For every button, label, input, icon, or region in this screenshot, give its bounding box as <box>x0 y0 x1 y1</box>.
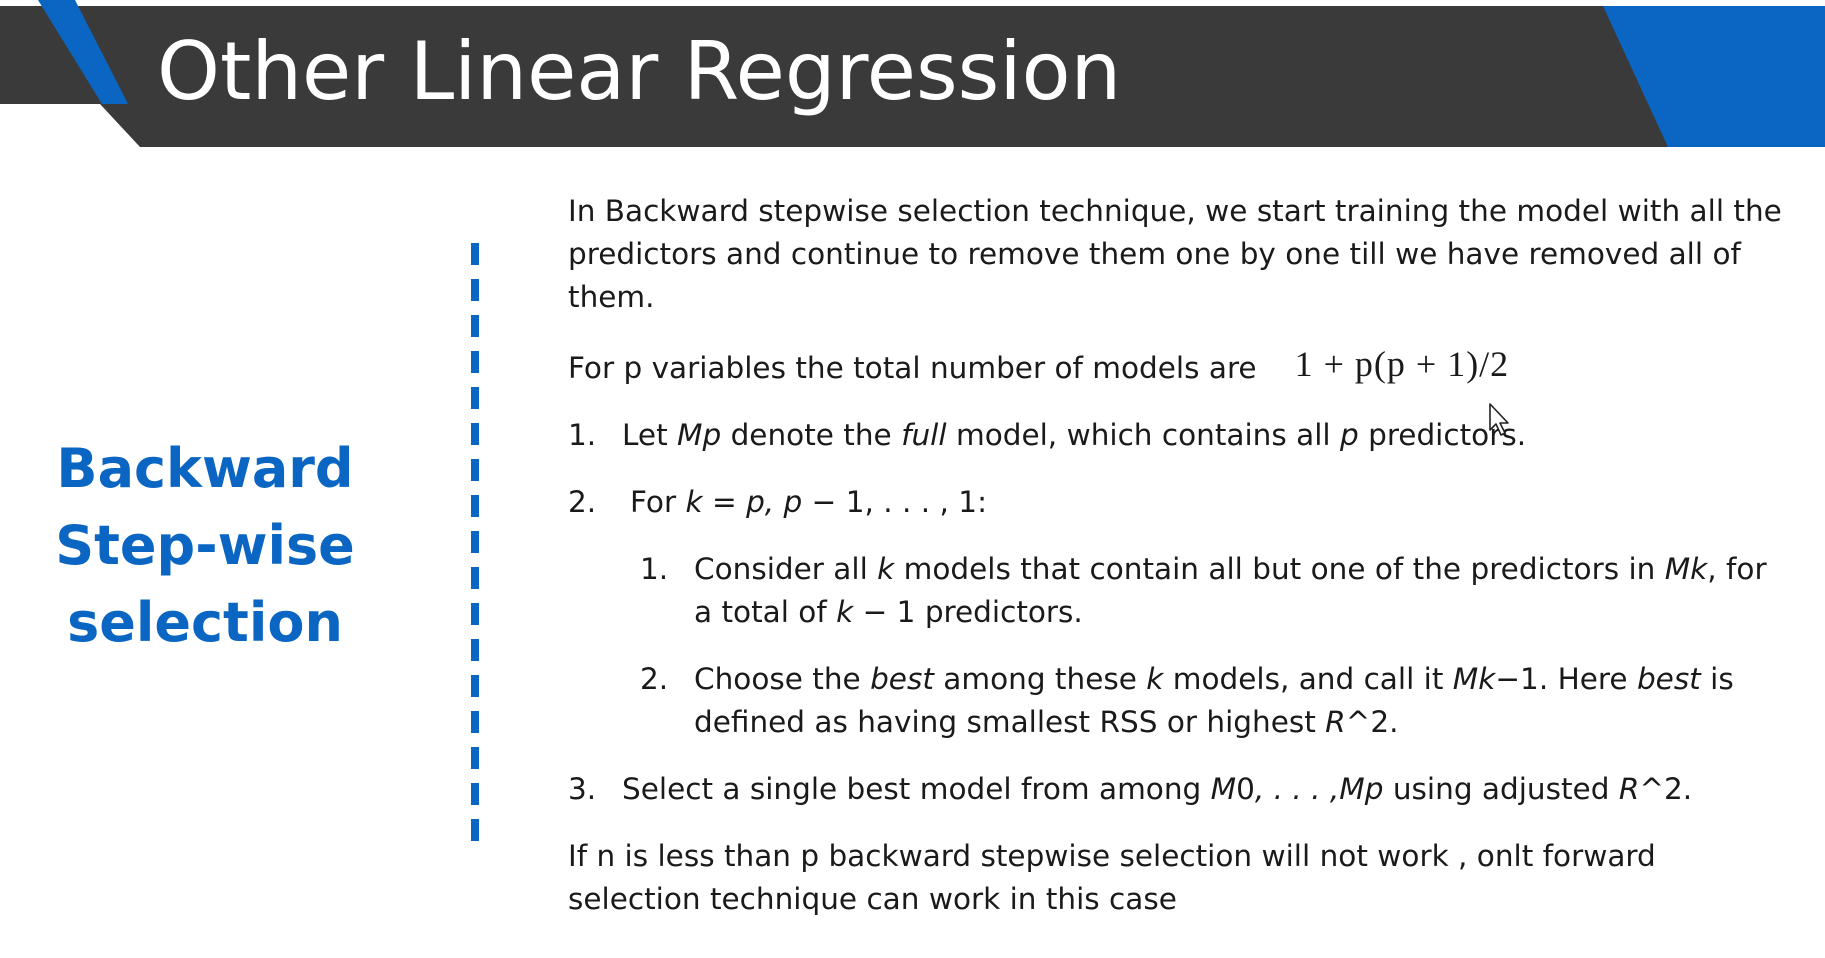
section-label-line: Backward <box>56 437 354 500</box>
step-text: − 1 predictors. <box>853 595 1083 629</box>
section-label-line: selection <box>67 591 343 654</box>
step-italic: Mk <box>1452 662 1496 696</box>
slide: Other Linear Regression Backward Step-wi… <box>0 0 1825 958</box>
title-banner: Other Linear Regression <box>0 0 1825 150</box>
step-italic: k <box>877 552 895 586</box>
model-count-formula: 1 + p(p + 1)/2 <box>1294 344 1510 384</box>
step-text: − 1, . . . , 1: <box>802 485 988 519</box>
section-label: Backward Step-wise selection <box>40 430 370 661</box>
step-text: Choose the <box>694 662 871 696</box>
slide-body: In Backward stepwise selection technique… <box>568 190 1783 921</box>
step-text: 0 <box>1236 772 1255 806</box>
section-label-line: Step-wise <box>55 514 355 577</box>
step-text: Consider all <box>694 552 878 586</box>
step-text: ^2. <box>1345 705 1399 739</box>
step-text: = <box>702 485 747 519</box>
step-italic: M <box>1210 772 1237 806</box>
substep-2: 2. Choose the best among these k models,… <box>568 658 1783 744</box>
step-text: Select a single best model from among <box>622 772 1211 806</box>
step-text: ^2. <box>1639 772 1693 806</box>
step-text: model, which contains all <box>946 418 1340 452</box>
dashed-divider <box>471 243 479 853</box>
step-italic: R <box>1325 705 1346 739</box>
intro-paragraph: In Backward stepwise selection technique… <box>568 194 1782 314</box>
step-text: −1. Here <box>1495 662 1637 696</box>
step-number: 3. <box>568 772 597 806</box>
slide-title: Other Linear Regression <box>157 25 1122 118</box>
note-paragraph: If n is less than p backward stepwise se… <box>568 839 1656 916</box>
step-italic: k <box>1146 662 1164 696</box>
step-text: denote the <box>721 418 902 452</box>
step-number: 1. <box>568 418 597 452</box>
step-italic: best <box>870 662 934 696</box>
step-3: 3. Select a single best model from among… <box>568 768 1783 811</box>
formula-paragraph: For p variables the total number of mode… <box>568 343 1783 390</box>
step-italic: Mk <box>1664 552 1708 586</box>
mouse-pointer-icon <box>1489 403 1509 436</box>
step-text: For <box>630 485 686 519</box>
step-text: Let <box>622 418 678 452</box>
step-italic: k <box>836 595 854 629</box>
step-1: 1. Let Mp denote the full model, which c… <box>568 414 1783 457</box>
step-text: using adjusted <box>1383 772 1619 806</box>
step-italic: , . . . ,Mp <box>1254 772 1384 806</box>
step-italic: best <box>1636 662 1701 696</box>
step-italic: k <box>685 485 703 519</box>
step-text: models that contain all but one of the p… <box>894 552 1665 586</box>
formula-lead-text: For p variables the total number of mode… <box>568 351 1257 385</box>
substep-number: 1. <box>640 552 669 586</box>
step-italic: R <box>1618 772 1640 806</box>
step-italic: p, p <box>746 485 803 519</box>
step-italic: Mp <box>677 418 722 452</box>
step-2: 2. For k = p, p − 1, . . . , 1: <box>568 481 1783 524</box>
step-italic: p <box>1339 418 1359 452</box>
substep-number: 2. <box>640 662 669 696</box>
substep-1: 1. Consider all k models that contain al… <box>568 548 1783 634</box>
step-number: 2. <box>568 485 597 519</box>
step-text: among these <box>933 662 1147 696</box>
step-italic: full <box>901 418 947 452</box>
step-text: models, and call it <box>1163 662 1453 696</box>
